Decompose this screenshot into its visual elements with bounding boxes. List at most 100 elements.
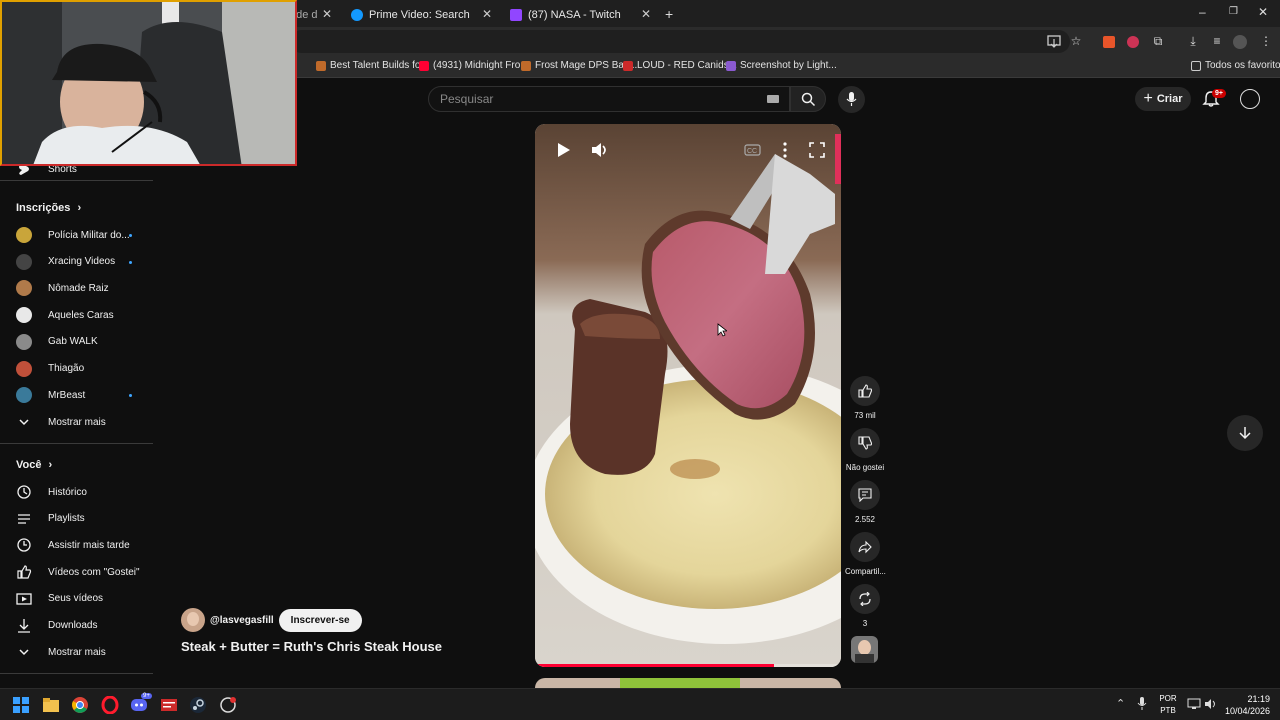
like-button[interactable]: 73 mil (845, 376, 885, 420)
sidebar-subscription-item[interactable]: MrBeast (0, 382, 153, 408)
tab-prime-video[interactable]: Prime Video: Search ✕ (343, 2, 500, 27)
thumbs-up-icon (17, 565, 32, 579)
thumbs-up-icon (858, 384, 872, 398)
sidebar-item-thumbs-up[interactable]: Vídeos com "Gostei" (0, 559, 153, 585)
profile-avatar[interactable] (1233, 35, 1247, 49)
account-avatar[interactable] (1240, 89, 1260, 109)
bookmark-item[interactable]: Screenshot by Light... (726, 60, 837, 71)
system-clock[interactable]: 21:19 10/04/2026 (1222, 693, 1270, 717)
menu-kebab-icon[interactable]: ⋮ (1259, 34, 1273, 48)
next-video-button[interactable] (1227, 415, 1263, 451)
search-icon (801, 92, 816, 107)
minimize-icon[interactable]: – (1199, 5, 1206, 19)
sidebar-subscription-item[interactable]: Xracing Videos (0, 249, 153, 275)
sidebar-subscription-item[interactable]: Nômade Raiz (0, 275, 153, 301)
sidebar-subscription-item[interactable]: Thiagão (0, 356, 153, 382)
like-count: 73 mil (854, 411, 876, 420)
steam-icon[interactable] (189, 696, 207, 714)
download-icon[interactable]: ⤓ (1186, 34, 1200, 48)
sidebar-item-history[interactable]: Histórico (0, 479, 153, 505)
bookmark-star-icon[interactable]: ☆ (1069, 34, 1083, 48)
file-explorer-icon[interactable] (42, 696, 60, 714)
close-icon[interactable]: ✕ (482, 7, 492, 21)
install-app-icon[interactable] (1047, 35, 1061, 48)
keyboard-icon[interactable] (767, 95, 779, 103)
video-title[interactable]: Steak + Butter = Ruth's Chris Steak Hous… (181, 639, 442, 654)
download-icon (18, 618, 30, 633)
sidebar-item-label: Thiagão (48, 363, 85, 374)
like-circle (850, 376, 880, 406)
windows-start-icon[interactable] (12, 696, 30, 714)
tray-chevron-up-icon[interactable]: ⌃ (1116, 697, 1125, 710)
opera-icon[interactable] (101, 696, 119, 714)
sidebar-item-label: Mostrar mais (48, 416, 106, 428)
channel-name[interactable]: @lasvegasfill (210, 615, 274, 626)
sidebar-item-download[interactable]: Downloads (0, 613, 153, 639)
channel-avatar[interactable] (181, 608, 205, 632)
bookmark-label: Frost Mage DPS Bas... (535, 60, 638, 71)
subscriptions-heading[interactable]: Inscrições › (16, 202, 81, 214)
address-input[interactable] (290, 30, 1070, 53)
extensions-puzzle-icon[interactable]: ⧉ (1151, 34, 1165, 48)
sidebar-item-watch-later[interactable]: Assistir mais tarde (0, 532, 153, 558)
close-icon[interactable]: ✕ (322, 7, 332, 21)
play-icon[interactable] (553, 140, 573, 160)
dislike-button[interactable]: Não gostei (845, 428, 885, 472)
share-button[interactable]: Compartil... (845, 532, 886, 576)
chrome-icon[interactable] (71, 696, 89, 714)
dislike-circle (850, 428, 880, 458)
microphone-tray-icon[interactable] (1137, 697, 1147, 711)
fullscreen-icon[interactable] (807, 140, 827, 160)
more-options-icon[interactable] (775, 140, 795, 160)
sidebar-subscription-item[interactable]: Aqueles Caras (0, 302, 153, 328)
bookmark-item[interactable]: Frost Mage DPS Bas... (521, 60, 637, 71)
media-control-icon[interactable]: ≡ (1210, 34, 1224, 48)
remix-count: 3 (862, 619, 868, 628)
bookmark-favicon-icon (521, 60, 531, 71)
bookmark-item[interactable]: (4931) Midnight Fro... (419, 60, 529, 71)
voice-search-button[interactable] (838, 86, 865, 113)
bookmark-folder[interactable]: Todos os favoritos (1191, 60, 1280, 71)
sidebar-item-your-videos[interactable]: Seus vídeos (0, 586, 153, 612)
captions-icon[interactable]: CC (743, 140, 763, 160)
search-button[interactable] (790, 86, 826, 112)
next-short-thumbnail[interactable] (535, 678, 841, 688)
sidebar-subscription-item[interactable]: Gab WALK (0, 329, 153, 355)
close-window-icon[interactable]: ✕ (1258, 5, 1268, 19)
webcam-feed (2, 2, 295, 164)
folder-icon (1191, 60, 1201, 71)
language-indicator[interactable]: POR PTB (1158, 693, 1178, 717)
close-icon[interactable]: ✕ (641, 7, 651, 21)
sidebar-subscription-item[interactable]: Polícia Militar do... (0, 222, 153, 248)
bookmark-item[interactable]: LOUD - RED Canids... (623, 60, 737, 71)
extension-icon[interactable] (1127, 36, 1139, 48)
discord-badge: 9+ (141, 693, 152, 699)
news-app-icon[interactable] (160, 696, 178, 714)
comments-button[interactable]: 2.552 (845, 480, 885, 524)
tab-twitch[interactable]: (87) NASA - Twitch ✕ (502, 2, 659, 27)
thumbs-down-icon (858, 436, 872, 450)
subscribe-button[interactable]: Inscrever-se (278, 608, 362, 632)
remix-button[interactable]: 3 (845, 584, 885, 628)
create-button[interactable]: + Criar (1135, 87, 1191, 111)
volume-icon[interactable] (589, 140, 609, 160)
channel-avatar (16, 387, 32, 404)
channel-thumbnail[interactable] (851, 636, 878, 663)
app-icon[interactable] (219, 696, 237, 714)
shirt-shape (855, 654, 874, 663)
show-more-you[interactable]: Mostrar mais (0, 639, 153, 665)
video-progress-bar[interactable] (535, 664, 841, 667)
new-tab-icon[interactable]: + (665, 6, 673, 22)
network-icon[interactable] (1187, 698, 1201, 710)
search-box[interactable]: Pesquisar (428, 86, 790, 112)
video-frame-steak (535, 124, 841, 667)
sidebar-item-playlists[interactable]: Playlists (0, 506, 153, 532)
volume-tray-icon[interactable] (1204, 698, 1218, 710)
extension-icon[interactable] (1103, 36, 1115, 48)
arrow-down-icon (1239, 427, 1251, 440)
show-more-subscriptions[interactable]: Mostrar mais (0, 409, 153, 435)
shorts-video-player[interactable]: CC (535, 124, 841, 667)
you-heading[interactable]: Você › (16, 459, 52, 471)
restore-icon[interactable]: ❐ (1229, 6, 1238, 17)
bookmark-item[interactable]: Best Talent Builds fo... (316, 60, 429, 71)
